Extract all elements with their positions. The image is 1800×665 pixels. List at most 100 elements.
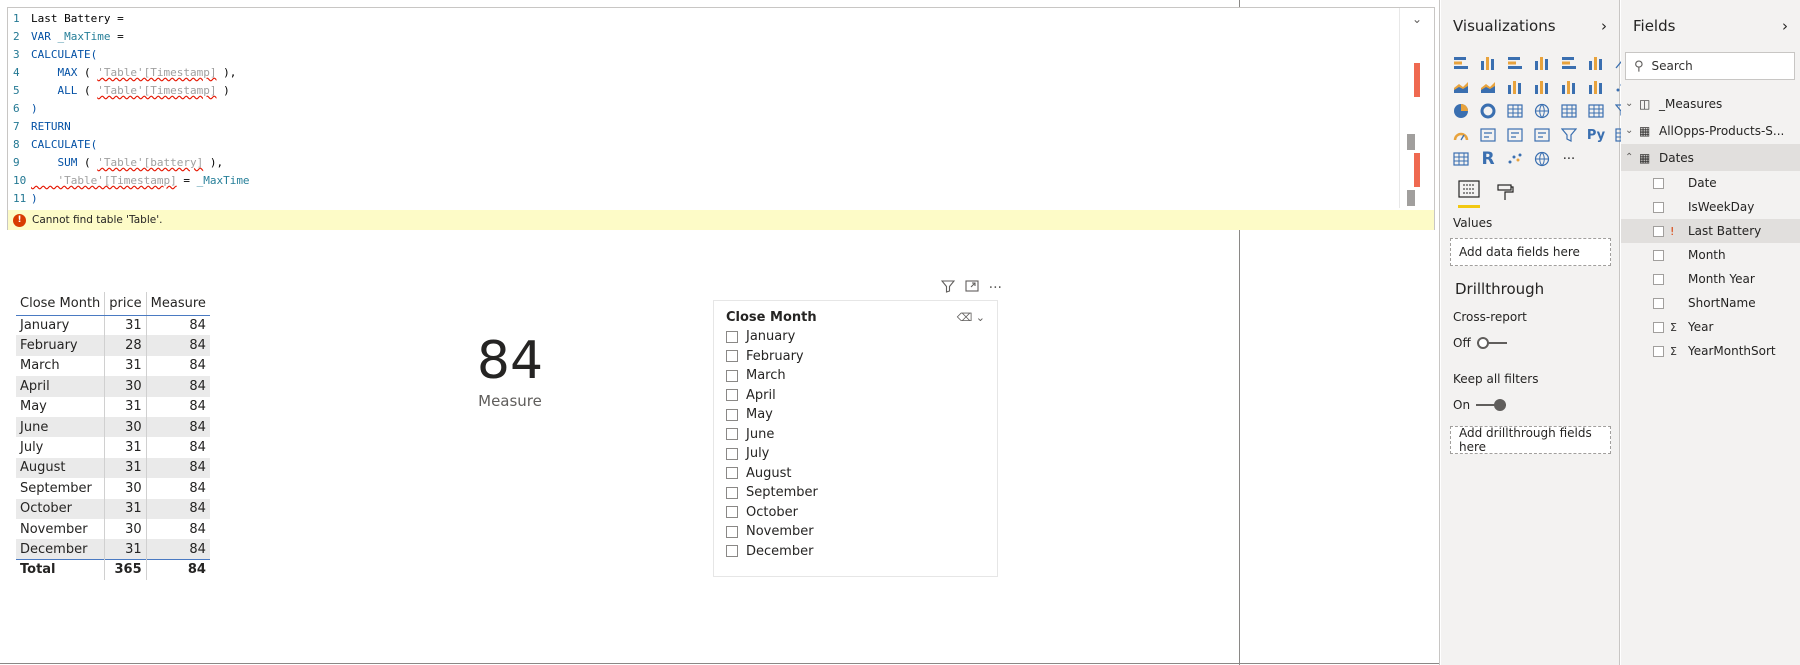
field-checkbox[interactable] — [1653, 177, 1664, 189]
arcgis-map-icon[interactable] — [1531, 148, 1553, 170]
field-item[interactable]: Month Year — [1621, 267, 1800, 291]
code-line[interactable]: 5 ALL ( 'Table'[Timestamp] ) — [8, 82, 1398, 100]
slicer-checkbox[interactable] — [726, 486, 738, 499]
slicer-checkbox[interactable] — [726, 467, 738, 480]
code-line[interactable]: 4 MAX ( 'Table'[Timestamp] ), — [8, 64, 1398, 82]
pie-chart-icon[interactable] — [1450, 100, 1472, 122]
code-line[interactable]: 9 SUM ( 'Table'[battery] ), — [8, 154, 1398, 172]
slicer-visual[interactable]: Close Month ⌫ ⌄ January February March Apri… — [713, 300, 998, 577]
slicer-item[interactable]: September — [726, 483, 985, 503]
drillthrough-drop-well[interactable]: Add drillthrough fields here — [1450, 426, 1611, 454]
slicer-checkbox[interactable] — [726, 447, 738, 460]
slicer-checkbox[interactable] — [726, 428, 738, 441]
map-icon[interactable] — [1531, 100, 1553, 122]
column-header-close-month[interactable]: Close Month — [16, 292, 106, 316]
card-icon[interactable] — [1477, 124, 1499, 146]
table-row[interactable]: October 31 84 — [16, 498, 210, 519]
table-row[interactable]: June 30 84 — [16, 416, 210, 438]
field-checkbox[interactable] — [1653, 201, 1664, 213]
shape-map-icon[interactable] — [1585, 100, 1607, 122]
ribbon-chart-icon[interactable] — [1558, 76, 1580, 98]
scroll-thumb[interactable] — [1407, 190, 1415, 206]
formula-code[interactable]: 1 Last Battery = 2 VAR _MaxTime = 3 CALCULATE… — [8, 10, 1398, 210]
field-item[interactable]: ShortName — [1621, 291, 1800, 315]
filter-icon[interactable] — [940, 279, 955, 297]
slicer-item[interactable]: January — [726, 327, 985, 347]
field-item[interactable]: Date — [1621, 171, 1800, 195]
line-clustered-column-chart-icon[interactable] — [1531, 76, 1553, 98]
slicer-checkbox[interactable] — [726, 525, 738, 538]
100-percent-column-chart-icon[interactable] — [1585, 52, 1607, 74]
chevron-up-icon[interactable]: ⌃ — [1625, 152, 1639, 163]
multi-row-card-icon[interactable] — [1504, 124, 1526, 146]
stacked-area-chart-icon[interactable] — [1477, 76, 1499, 98]
table-row[interactable]: September 30 84 — [16, 478, 210, 499]
100-percent-bar-chart-icon[interactable] — [1558, 52, 1580, 74]
table-row[interactable]: November 30 84 — [16, 518, 210, 540]
values-drop-well[interactable]: Add data fields here — [1450, 238, 1611, 266]
column-header-price[interactable]: price — [104, 292, 147, 316]
table-visual[interactable]: Close Month price Measure January 31 84 Feb… — [16, 292, 210, 580]
slicer-item[interactable]: June — [726, 425, 985, 445]
field-item[interactable]: IsWeekDay — [1621, 195, 1800, 219]
kpi-icon[interactable] — [1531, 124, 1553, 146]
table-row[interactable]: March 31 84 — [16, 355, 210, 377]
editor-scrollbar[interactable] — [1399, 8, 1429, 208]
field-table-allopps[interactable]: ⌄ ▦ AllOpps-Products-S... — [1621, 117, 1800, 144]
table-row[interactable]: May 31 84 — [16, 396, 210, 417]
slicer-checkbox[interactable] — [726, 369, 738, 382]
code-line[interactable]: 6) — [8, 100, 1398, 118]
code-line[interactable]: 7 RETURN — [8, 118, 1398, 136]
slicer-item[interactable]: May — [726, 405, 985, 425]
slicer-checkbox[interactable] — [726, 389, 738, 402]
key-influencers-icon[interactable] — [1504, 148, 1526, 170]
line-column-chart-icon[interactable] — [1504, 76, 1526, 98]
cross-report-toggle[interactable] — [1476, 337, 1507, 349]
slicer-checkbox[interactable] — [726, 545, 738, 558]
slicer-checkbox[interactable] — [726, 506, 738, 519]
code-line[interactable]: 10 'Table'[Timestamp] = _MaxTime — [8, 172, 1398, 190]
slicer-item[interactable]: December — [726, 542, 985, 562]
slicer-checkbox[interactable] — [726, 350, 738, 363]
code-line[interactable]: 1 Last Battery = — [8, 10, 1398, 28]
field-checkbox[interactable] — [1653, 321, 1664, 333]
field-item[interactable]: ! Last Battery — [1621, 219, 1800, 243]
slicer-checkbox[interactable] — [726, 330, 738, 343]
field-checkbox[interactable] — [1653, 225, 1664, 237]
scroll-thumb[interactable] — [1407, 134, 1415, 150]
stacked-column-chart-icon[interactable] — [1477, 52, 1499, 74]
filled-map-icon[interactable] — [1558, 100, 1580, 122]
field-table-measures[interactable]: ⌄ ◫ _Measures — [1621, 90, 1800, 117]
area-chart-icon[interactable] — [1450, 76, 1472, 98]
field-table-dates[interactable]: ⌃ ▦ Dates — [1621, 144, 1800, 171]
chevron-down-icon[interactable]: ⌄ — [1625, 125, 1639, 136]
clustered-column-chart-icon[interactable] — [1531, 52, 1553, 74]
field-checkbox[interactable] — [1653, 273, 1664, 285]
matrix-icon[interactable] — [1450, 148, 1472, 170]
chevron-down-icon[interactable]: ⌄ — [976, 311, 985, 324]
treemap-icon[interactable] — [1504, 100, 1526, 122]
slicer-item[interactable]: April — [726, 386, 985, 406]
gauge-icon[interactable] — [1450, 124, 1472, 146]
slicer-item[interactable]: July — [726, 444, 985, 464]
waterfall-chart-icon[interactable] — [1585, 76, 1607, 98]
clustered-bar-chart-icon[interactable] — [1504, 52, 1526, 74]
keep-filters-toggle[interactable] — [1476, 399, 1507, 411]
column-header-measure[interactable]: Measure — [146, 292, 210, 316]
code-line[interactable]: 2 VAR _MaxTime = — [8, 28, 1398, 46]
fields-tab-icon[interactable] — [1458, 180, 1480, 208]
report-canvas[interactable]: 1 Last Battery = 2 VAR _MaxTime = 3 CALCULATE… — [0, 0, 1440, 665]
code-line[interactable]: 3 CALCULATE( — [8, 46, 1398, 64]
focus-mode-icon[interactable] — [965, 279, 979, 297]
chevron-down-icon[interactable]: ⌄ — [1625, 98, 1639, 109]
slicer-icon[interactable] — [1558, 124, 1580, 146]
field-item[interactable]: Σ Year — [1621, 315, 1800, 339]
table-row[interactable]: August 31 84 — [16, 457, 210, 479]
slicer-item[interactable]: November — [726, 522, 985, 542]
fields-search-box[interactable]: ⚲ Search — [1625, 52, 1795, 80]
code-line[interactable]: 8 CALCULATE( — [8, 136, 1398, 154]
donut-chart-icon[interactable] — [1477, 100, 1499, 122]
slicer-item[interactable]: March — [726, 366, 985, 386]
r-visual-icon[interactable]: R — [1477, 148, 1499, 170]
card-visual[interactable]: 84 Measure — [420, 330, 600, 410]
